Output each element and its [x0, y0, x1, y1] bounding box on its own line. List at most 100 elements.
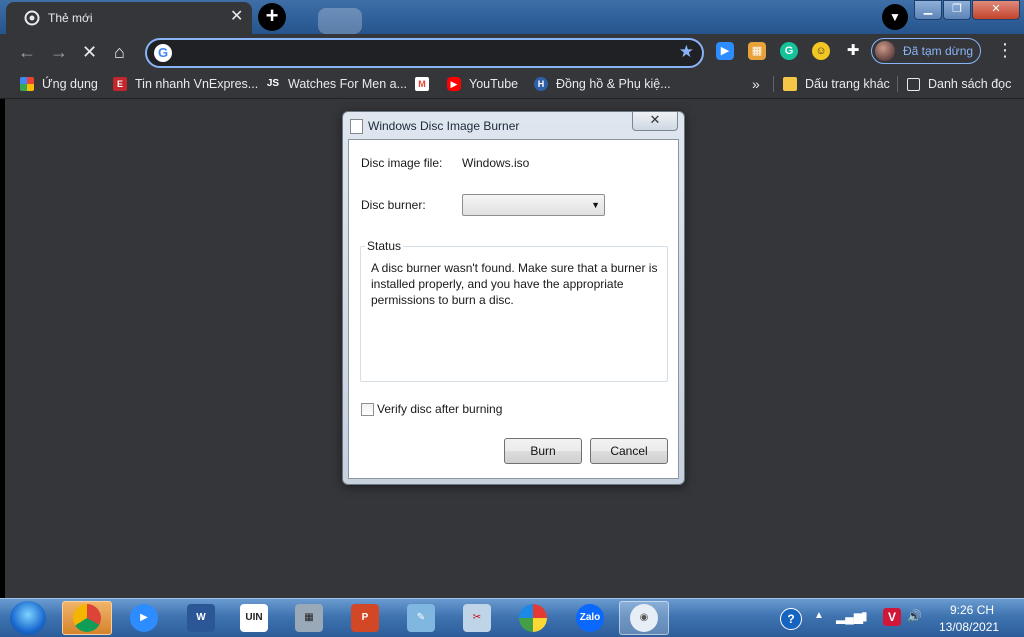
burn-button[interactable]: Burn: [504, 438, 582, 464]
windows-taskbar: ▶ W UIN ▦ P ✎ ✂ Zalo ◉ ? ▲ ▂▄▆ ▮ V 🔊 9:2…: [0, 598, 1024, 637]
bookmark-label: YouTube: [469, 77, 519, 91]
disc-burner-app-icon: [350, 119, 363, 134]
puzzle-extensions-icon[interactable]: ✚: [844, 42, 862, 60]
start-button[interactable]: [10, 601, 46, 635]
bookmark-dongho[interactable]: H Đồng hồ & Phụ kiệ...: [534, 76, 671, 92]
disc-image-file-value: Windows.iso: [462, 156, 530, 170]
new-tab-button[interactable]: +: [258, 3, 286, 31]
clock-date[interactable]: 13/08/2021: [939, 620, 999, 634]
dropdown-arrow-icon: ▼: [591, 200, 600, 210]
taskbar-notes[interactable]: ✎: [396, 601, 446, 635]
taskbar-calculator[interactable]: ▦: [284, 601, 334, 635]
help-icon[interactable]: ?: [780, 608, 802, 630]
network-icon[interactable]: ▂▄▆: [836, 610, 863, 624]
bookmark-label: Watches For Men a...: [288, 77, 408, 91]
vivaldi-tray-icon[interactable]: V: [883, 608, 901, 626]
dongho-site-icon: H: [534, 77, 548, 91]
browser-toolbar: ← → ✕ ⌂ G ★ ▶ ▦ G ☺ ✚ Đã tạm dừng ⋮: [0, 34, 1024, 70]
bookmark-apps[interactable]: Ứng dụng: [20, 76, 98, 92]
dialog-close-button[interactable]: ✕: [632, 112, 678, 131]
bookmark-label: Ứng dụng: [42, 77, 98, 91]
google-icon: G: [154, 44, 172, 62]
tab-close-icon[interactable]: ✕: [230, 8, 243, 26]
calculator-icon: ▦: [295, 604, 323, 632]
power-icon[interactable]: ▮: [861, 609, 868, 623]
word-icon: W: [187, 604, 215, 632]
restore-icon[interactable]: ❐: [943, 0, 971, 20]
disc-burner-label: Disc burner:: [361, 198, 426, 212]
zalo-icon: Zalo: [576, 604, 604, 632]
back-arrow-icon[interactable]: ←: [18, 42, 36, 62]
bookmarks-bar: Ứng dụng E Tin nhanh VnExpres... JS Watc…: [0, 70, 1024, 99]
bookmark-label: Danh sách đọc: [928, 77, 1012, 91]
bookmark-watches[interactable]: JS Watches For Men a...: [266, 76, 407, 92]
bookmark-label: Dấu trang khác: [805, 77, 890, 91]
tab-strip: Thẻ mới ✕ + ▼ ▁ ❐ ✕: [0, 0, 1024, 34]
taskbar-unikey[interactable]: UIN: [229, 601, 279, 635]
bookmark-youtube[interactable]: ▶ YouTube: [447, 76, 518, 92]
bookmark-gmail[interactable]: M: [415, 76, 437, 92]
verify-disc-label[interactable]: Verify disc after burning: [377, 402, 502, 416]
cancel-button[interactable]: Cancel: [590, 438, 668, 464]
window-close-icon[interactable]: ✕: [972, 0, 1020, 20]
bookmark-star-icon[interactable]: ★: [679, 42, 694, 62]
js-icon: JS: [266, 78, 280, 89]
notes-icon: ✎: [407, 604, 435, 632]
tab-search-icon[interactable]: ▼: [882, 4, 908, 30]
taskbar-zoom[interactable]: ▶: [119, 601, 169, 635]
zoom-extension-icon[interactable]: ▶: [716, 42, 734, 60]
zoom-icon: ▶: [130, 604, 158, 632]
address-bar[interactable]: G ★: [145, 38, 704, 68]
powerpoint-icon: P: [351, 604, 379, 632]
grammarly-icon[interactable]: G: [780, 42, 798, 60]
apps-grid-icon: [20, 77, 34, 91]
bookmark-vnexpress[interactable]: E Tin nhanh VnExpres...: [113, 76, 258, 92]
taskbar-disc-burner[interactable]: ◉: [619, 601, 669, 635]
youtube-icon: ▶: [447, 77, 461, 91]
divider: [773, 76, 774, 92]
taskbar-powerpoint[interactable]: P: [340, 601, 390, 635]
taskbar-word[interactable]: W: [176, 601, 226, 635]
minimize-icon[interactable]: ▁: [914, 0, 942, 20]
tab-new-tab[interactable]: Thẻ mới ✕: [6, 2, 252, 34]
home-icon[interactable]: ⌂: [114, 42, 125, 62]
disc-burner-dropdown[interactable]: ▼: [462, 194, 605, 216]
extension-icon[interactable]: ▦: [748, 42, 766, 60]
reading-list-icon: [907, 77, 920, 91]
taskbar-zalo[interactable]: Zalo: [565, 601, 615, 635]
volume-icon[interactable]: 🔊: [907, 609, 922, 623]
taskbar-chrome[interactable]: [62, 601, 112, 635]
bookmark-label: Đồng hồ & Phụ kiệ...: [556, 77, 671, 91]
emoji-extension-icon[interactable]: ☺: [812, 42, 830, 60]
kebab-menu-icon[interactable]: ⋮: [996, 40, 1014, 61]
taskbar-paint[interactable]: [508, 601, 558, 635]
window-edge: [0, 99, 5, 598]
chrome-new-tab-icon: [24, 10, 40, 26]
divider: [897, 76, 898, 92]
tab-title: Thẻ mới: [48, 11, 93, 25]
avatar: [875, 41, 895, 61]
disc-icon: ◉: [630, 604, 658, 632]
chrome-icon: [73, 604, 101, 632]
taskbar-snipping[interactable]: ✂: [452, 601, 502, 635]
profile-status-label: Đã tạm dừng: [903, 44, 974, 58]
show-hidden-icons-icon[interactable]: ▲: [814, 610, 824, 621]
bookmarks-overflow-icon[interactable]: »: [752, 76, 760, 92]
snipping-tool-icon: ✂: [463, 604, 491, 632]
address-input[interactable]: [179, 42, 663, 64]
vnexpress-icon: E: [113, 77, 127, 91]
verify-disc-checkbox[interactable]: [361, 403, 374, 416]
stop-loading-icon[interactable]: ✕: [82, 42, 97, 62]
clock-time[interactable]: 9:26 CH: [950, 603, 994, 617]
forward-arrow-icon[interactable]: →: [50, 42, 68, 62]
dialog-body: Disc image file: Windows.iso Disc burner…: [348, 139, 679, 479]
background-app-icon: [318, 8, 362, 34]
dialog-titlebar[interactable]: Windows Disc Image Burner ✕: [343, 112, 684, 138]
unikey-icon: UIN: [240, 604, 268, 632]
reading-list[interactable]: Danh sách đọc: [907, 76, 1011, 92]
disc-image-burner-dialog: Windows Disc Image Burner ✕ Disc image f…: [342, 111, 685, 485]
window-controls: ▁ ❐ ✕: [913, 0, 1020, 20]
profile-button[interactable]: Đã tạm dừng: [871, 38, 981, 64]
bookmark-other-folder[interactable]: Dấu trang khác: [783, 76, 890, 92]
gmail-icon: M: [415, 77, 429, 91]
